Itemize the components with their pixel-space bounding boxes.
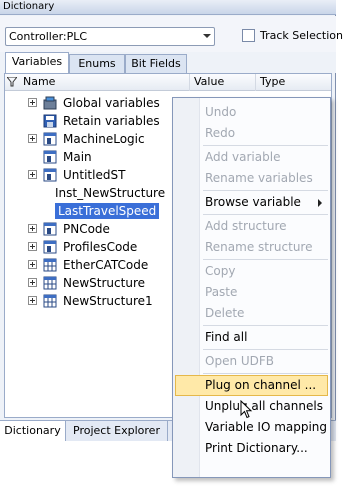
tree-item-label[interactable]: Main xyxy=(63,149,92,165)
menu-item-print-dictionary[interactable]: Print Dictionary... xyxy=(175,438,328,459)
program-icon xyxy=(43,240,57,254)
tree-item-label[interactable]: UntitledST xyxy=(63,167,125,183)
tree-item-label[interactable]: MachineLogic xyxy=(63,131,145,147)
track-selection-label[interactable]: Track Selection xyxy=(260,28,343,43)
tab-bit-fields[interactable]: Bit Fields xyxy=(125,54,187,73)
menu-separator xyxy=(203,325,328,326)
menu-separator xyxy=(203,190,328,191)
menu-item-label: Find all xyxy=(205,330,248,344)
menu-item-label: Redo xyxy=(205,126,236,140)
tree-item-label[interactable]: NewStructure xyxy=(63,275,145,291)
chevron-right-icon xyxy=(318,199,322,207)
tree-item-label[interactable]: NewStructure1 xyxy=(63,293,153,309)
menu-separator xyxy=(203,259,328,260)
menu-item-find-all[interactable]: Find all xyxy=(175,327,328,348)
menu-item-delete[interactable]: Delete xyxy=(175,303,328,324)
menu-item-copy[interactable]: Copy xyxy=(175,261,328,282)
menu-item-undo[interactable]: Undo xyxy=(175,102,328,123)
tree-item-label[interactable]: Global variables xyxy=(63,95,160,111)
program-icon xyxy=(43,222,57,236)
menu-item-label: Delete xyxy=(205,306,245,320)
expand-icon[interactable] xyxy=(28,278,37,287)
menu-item-rename-variables[interactable]: Rename variables xyxy=(175,168,328,189)
grid-icon xyxy=(43,276,57,290)
column-name[interactable]: Name xyxy=(19,74,190,91)
tree-item-label[interactable]: PNCode xyxy=(63,221,110,237)
menu-item-redo[interactable]: Redo xyxy=(175,123,328,144)
menu-item-open-udfb[interactable]: Open UDFB xyxy=(175,351,328,372)
tree-item-label[interactable]: ProfilesCode xyxy=(63,239,137,255)
column-type[interactable]: Type xyxy=(256,74,331,91)
menu-item-label: Copy xyxy=(205,264,236,278)
menu-item-plug-on-channel[interactable]: Plug on channel ... xyxy=(175,375,328,396)
menu-separator xyxy=(203,373,328,374)
tab-project-explorer[interactable]: Project Explorer xyxy=(66,421,168,441)
menu-item-label: Browse variable xyxy=(205,195,301,209)
menu-item-browse-variable[interactable]: Browse variable xyxy=(175,192,328,213)
global-variables-icon xyxy=(43,96,57,110)
expand-icon[interactable] xyxy=(28,98,37,107)
column-header: Name Value Type xyxy=(5,74,331,91)
save-disk-icon xyxy=(43,114,57,128)
menu-item-label: Open UDFB xyxy=(205,354,275,368)
menu-item-label: Paste xyxy=(205,285,238,299)
grid-icon xyxy=(43,294,57,308)
tree-item-label[interactable]: Retain variables xyxy=(63,113,160,129)
controller-select[interactable]: Controller:PLC xyxy=(5,27,215,46)
menu-item-variable-io-mapping[interactable]: Variable IO mapping xyxy=(175,417,328,438)
menu-item-label: Undo xyxy=(205,105,237,119)
expand-icon[interactable] xyxy=(28,296,37,305)
expand-icon[interactable] xyxy=(28,260,37,269)
tab-strip: Variables Enums Bit Fields xyxy=(0,52,336,73)
column-value[interactable]: Value xyxy=(190,74,256,91)
chevron-down-icon[interactable] xyxy=(203,34,211,38)
tab-dictionary[interactable]: Dictionary xyxy=(0,421,66,441)
expand-icon[interactable] xyxy=(28,170,37,179)
menu-item-paste[interactable]: Paste xyxy=(175,282,328,303)
expand-icon[interactable] xyxy=(28,134,37,143)
controller-select-value: Controller:PLC xyxy=(9,30,88,43)
expand-icon[interactable] xyxy=(28,224,37,233)
grid-icon xyxy=(43,258,57,272)
menu-item-label: Variable IO mapping xyxy=(205,420,328,434)
menu-item-add-variable[interactable]: Add variable xyxy=(175,147,328,168)
menu-item-label: Add variable xyxy=(205,150,281,164)
menu-separator xyxy=(203,214,328,215)
tree-item-label[interactable]: Inst_NewStructure xyxy=(55,185,165,201)
menu-item-label: Print Dictionary... xyxy=(205,441,308,455)
menu-item-label: Rename variables xyxy=(205,171,313,185)
program-icon xyxy=(43,168,57,182)
menu-separator xyxy=(203,349,328,350)
track-selection-checkbox[interactable] xyxy=(242,29,255,42)
program-icon xyxy=(43,150,57,164)
mouse-cursor-icon xyxy=(240,399,254,420)
context-menu: Undo Redo Add variable Rename variables Brow… xyxy=(172,97,331,478)
menu-item-label: Unplug all channels xyxy=(205,399,323,413)
menu-separator xyxy=(203,145,328,146)
filter-icon[interactable] xyxy=(5,76,19,87)
program-icon xyxy=(43,132,57,146)
tree-item-label[interactable]: EtherCATCode xyxy=(63,257,148,273)
tab-variables[interactable]: Variables xyxy=(5,52,69,73)
tab-enums[interactable]: Enums xyxy=(69,54,125,73)
menu-item-label: Plug on channel ... xyxy=(205,378,317,392)
menu-item-add-structure[interactable]: Add structure xyxy=(175,216,328,237)
menu-item-label: Rename structure xyxy=(205,240,313,254)
tree-item-label[interactable]: LastTravelSpeed xyxy=(55,203,160,219)
window-title: Dictionary xyxy=(0,0,336,15)
expand-icon[interactable] xyxy=(28,242,37,251)
menu-item-label: Add structure xyxy=(205,219,287,233)
menu-item-rename-structure[interactable]: Rename structure xyxy=(175,237,328,258)
